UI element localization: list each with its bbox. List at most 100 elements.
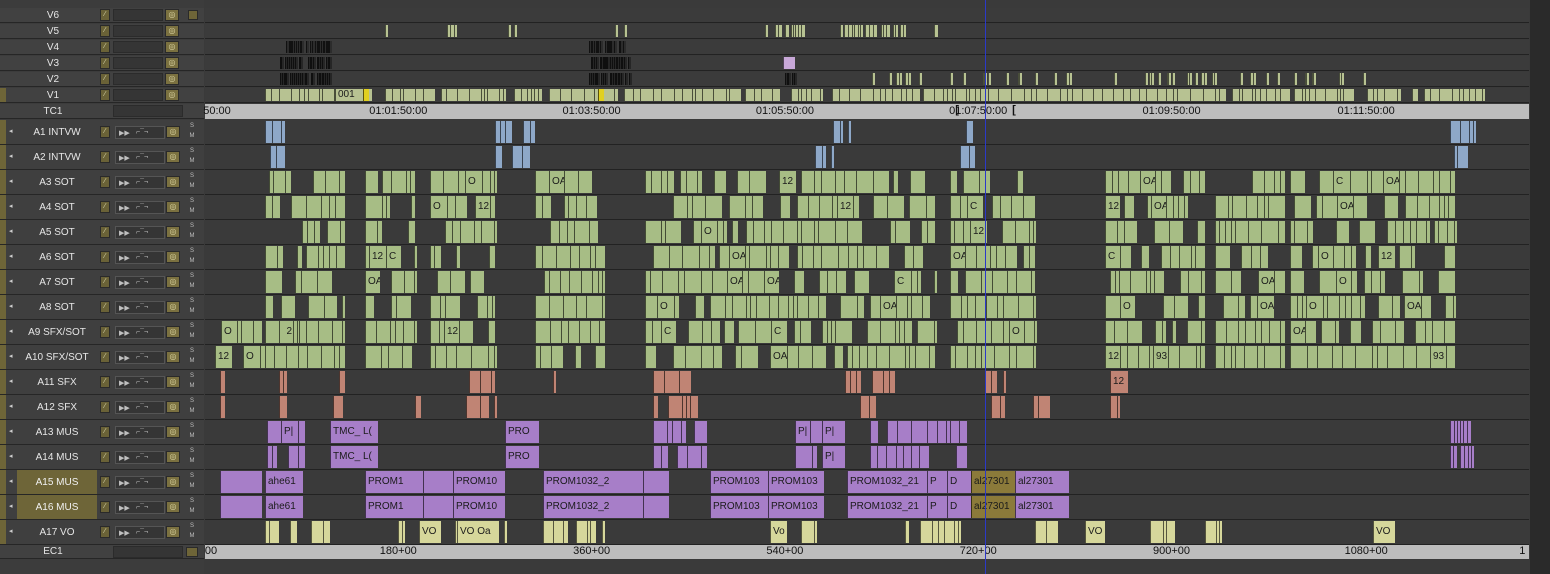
- audio-clip[interactable]: [895, 221, 910, 243]
- audio-clip[interactable]: [477, 296, 487, 318]
- audio-clip[interactable]: [1190, 171, 1199, 193]
- video-clip[interactable]: [1294, 89, 1302, 101]
- audio-clip[interactable]: [404, 271, 414, 293]
- audio-clip[interactable]: [434, 246, 441, 268]
- audio-clip[interactable]: [1105, 171, 1112, 193]
- video-clip[interactable]: [279, 89, 291, 101]
- audio-clip[interactable]: [651, 171, 661, 193]
- video-clip[interactable]: [682, 89, 692, 101]
- video-clip[interactable]: [1313, 73, 1316, 85]
- audio-clip[interactable]: OAK: [770, 346, 787, 368]
- video-clip[interactable]: [385, 25, 388, 37]
- track-row-a9[interactable]: O1212CCOOAK: [205, 320, 1529, 345]
- audio-clip[interactable]: [494, 346, 497, 368]
- audio-clip[interactable]: [1179, 246, 1191, 268]
- audio-clip[interactable]: [1235, 346, 1244, 368]
- audio-clip[interactable]: [852, 346, 859, 368]
- audio-clip[interactable]: OAK: [1151, 196, 1166, 218]
- audio-clip[interactable]: [549, 296, 563, 318]
- audio-clip[interactable]: [1166, 521, 1175, 543]
- audio-clip[interactable]: [1034, 321, 1037, 343]
- audio-clip[interactable]: [1364, 271, 1371, 293]
- audio-clip[interactable]: [645, 296, 657, 318]
- audio-clip[interactable]: [1421, 296, 1431, 318]
- audio-clip[interactable]: [905, 521, 909, 543]
- audio-clip[interactable]: [818, 221, 835, 243]
- audio-clip[interactable]: [1238, 296, 1245, 318]
- lock-icon[interactable]: ⁄: [100, 426, 110, 438]
- track-name-v1[interactable]: V1: [8, 88, 98, 102]
- audio-clip[interactable]: [325, 171, 339, 193]
- audio-clip[interactable]: [1372, 321, 1380, 343]
- lock-icon[interactable]: ⁄: [100, 251, 110, 263]
- track-row-v4[interactable]: [205, 40, 1529, 55]
- audio-clip[interactable]: OA: [729, 246, 745, 268]
- video-clip[interactable]: 001: [335, 89, 363, 101]
- sync-lock-icon[interactable]: ◎: [166, 226, 180, 238]
- audio-clip[interactable]: OA: [727, 271, 742, 293]
- audio-clip[interactable]: [1154, 271, 1164, 293]
- mute-button[interactable]: M: [187, 507, 197, 516]
- audio-clip[interactable]: [681, 421, 686, 443]
- sync-lock-icon[interactable]: ◎: [166, 301, 180, 313]
- audio-keyframe-controls[interactable]: ▶▶ ⌐¯¬: [115, 151, 165, 164]
- video-clip[interactable]: [313, 57, 316, 69]
- audio-clip[interactable]: [1290, 246, 1302, 268]
- audio-clip[interactable]: [966, 121, 973, 143]
- audio-clip[interactable]: [1280, 171, 1285, 193]
- audio-clip[interactable]: [876, 246, 889, 268]
- audio-clip[interactable]: [950, 421, 959, 443]
- mute-button[interactable]: M: [187, 132, 197, 141]
- source-patch-a5[interactable]: [0, 220, 6, 244]
- video-clip[interactable]: [934, 89, 943, 101]
- lock-icon[interactable]: ⁄: [100, 376, 110, 388]
- audio-clip[interactable]: [927, 221, 935, 243]
- audio-clip[interactable]: O: [243, 346, 260, 368]
- audio-clip[interactable]: [1460, 121, 1469, 143]
- track-name-a4[interactable]: A4 SOT: [17, 195, 97, 219]
- video-clip[interactable]: [1482, 89, 1485, 101]
- mute-button[interactable]: M: [187, 182, 197, 191]
- audio-clip[interactable]: [1350, 171, 1367, 193]
- video-clip[interactable]: [596, 57, 599, 69]
- track-row-a13[interactable]: P| P| TMC_ L(PRO P|: [205, 420, 1529, 445]
- audio-clip[interactable]: [265, 346, 274, 368]
- track-name-a8[interactable]: A8 SOT: [17, 295, 97, 319]
- video-clip[interactable]: [754, 89, 761, 101]
- audio-clip[interactable]: [944, 521, 954, 543]
- audio-clip[interactable]: C: [771, 321, 787, 343]
- audio-clip[interactable]: [279, 321, 287, 343]
- audio-clip[interactable]: [835, 321, 852, 343]
- audio-clip[interactable]: [1105, 221, 1117, 243]
- audio-clip[interactable]: [1244, 346, 1257, 368]
- audio-clip[interactable]: [1003, 371, 1006, 393]
- audio-clip[interactable]: [576, 521, 587, 543]
- audio-clip[interactable]: [403, 321, 414, 343]
- audio-clip[interactable]: [388, 346, 402, 368]
- audio-clip[interactable]: PROM103: [768, 496, 824, 518]
- track-name-a12[interactable]: A12 SFX: [17, 395, 97, 419]
- audio-clip[interactable]: [814, 521, 817, 543]
- audio-clip[interactable]: 93: [1153, 346, 1168, 368]
- audio-clip[interactable]: OA: [950, 246, 965, 268]
- audio-clip[interactable]: [1415, 321, 1425, 343]
- audio-clip[interactable]: O: [430, 196, 447, 218]
- audio-clip[interactable]: [435, 346, 446, 368]
- audio-clip[interactable]: [958, 521, 961, 543]
- audio-clip[interactable]: C: [1333, 171, 1350, 193]
- audio-clip[interactable]: [586, 296, 602, 318]
- audio-clip[interactable]: [220, 471, 262, 493]
- audio-clip[interactable]: [567, 221, 574, 243]
- audio-clip[interactable]: [917, 321, 934, 343]
- audio-clip[interactable]: [1438, 221, 1447, 243]
- video-clip[interactable]: [508, 25, 511, 37]
- audio-clip[interactable]: OA: [1140, 171, 1155, 193]
- audio-clip[interactable]: [711, 321, 720, 343]
- audio-clip[interactable]: [1188, 271, 1201, 293]
- video-clip[interactable]: [329, 41, 332, 53]
- audio-clip[interactable]: [1322, 196, 1337, 218]
- audio-clip[interactable]: [1453, 446, 1457, 468]
- audio-clip[interactable]: [488, 321, 495, 343]
- audio-clip[interactable]: [986, 296, 997, 318]
- audio-clip[interactable]: [992, 196, 1000, 218]
